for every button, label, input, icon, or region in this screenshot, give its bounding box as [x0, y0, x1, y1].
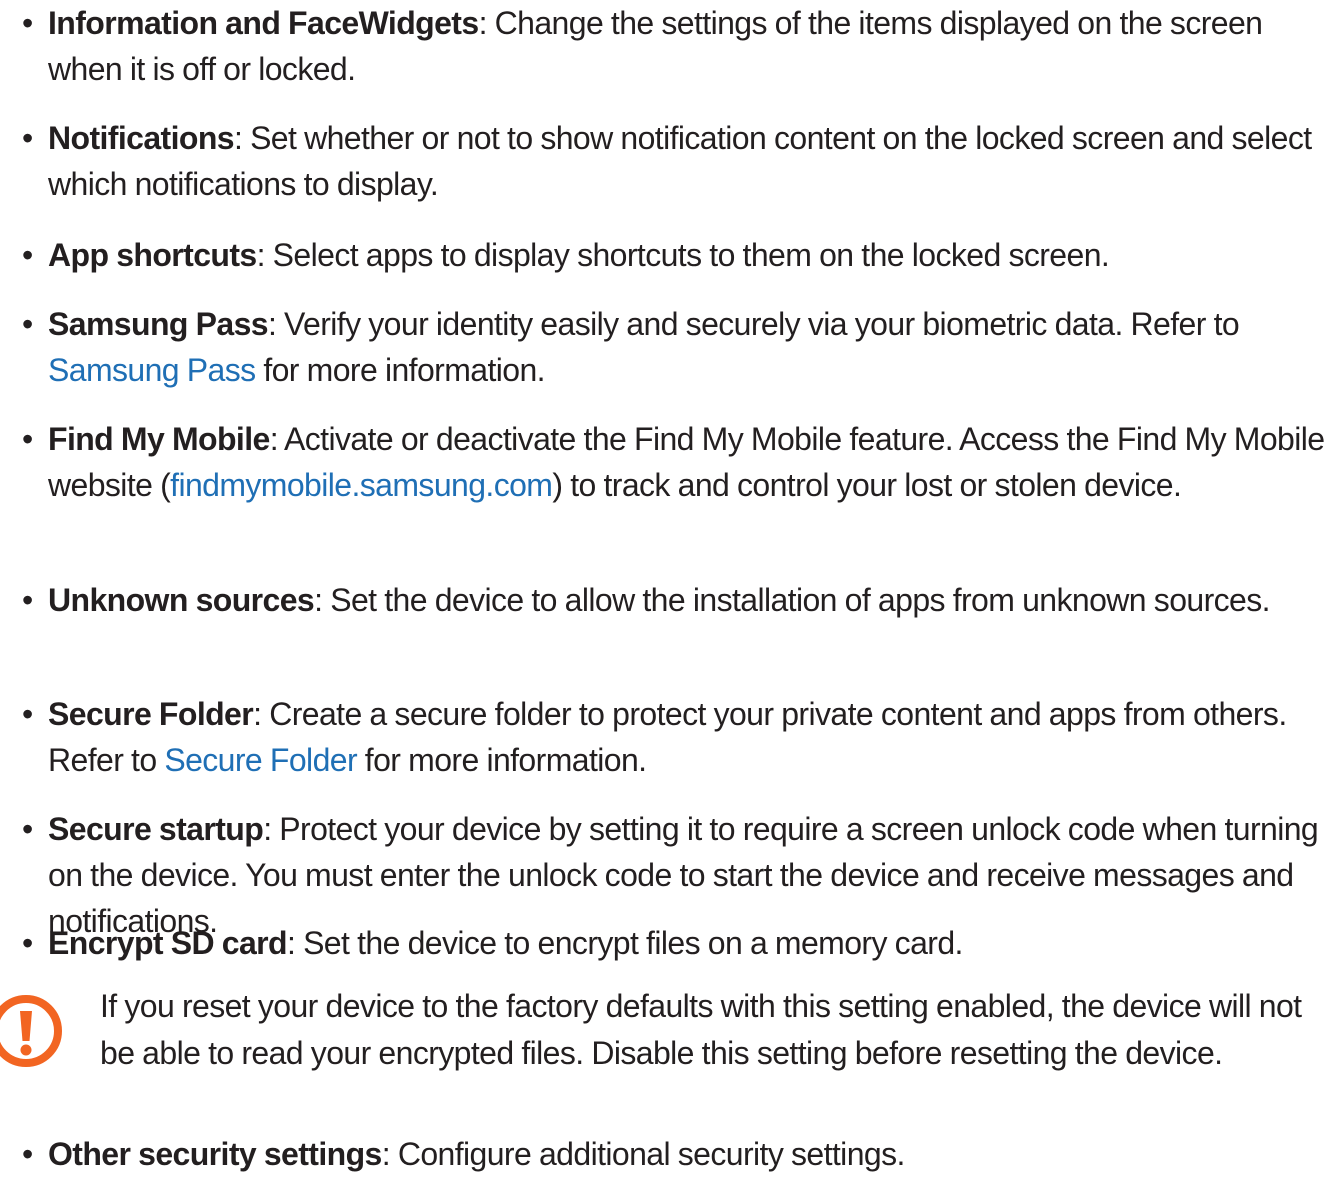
description: : Verify your identity easily and secure… [267, 306, 1240, 342]
list-item-text: Find My Mobile: Activate or deactivate t… [48, 416, 1330, 508]
term-samsung-pass: Samsung Pass [48, 306, 269, 342]
list-item-text: Unknown sources: Set the device to allow… [48, 577, 1330, 623]
term-encrypt-sd-card: Encrypt SD card [48, 925, 288, 961]
description: : Set the device to allow the installati… [314, 582, 1270, 618]
samsung-pass-link[interactable]: Samsung Pass [48, 352, 256, 388]
list-item-text: Encrypt SD card: Set the device to encry… [48, 920, 1330, 966]
list-item-text: Samsung Pass: Verify your identity easil… [48, 301, 1330, 393]
bullet: • [22, 120, 34, 156]
description-end: for more information. [357, 742, 647, 778]
bullet: • [22, 1136, 34, 1172]
bullet: • [22, 925, 34, 961]
term-app-shortcuts: App shortcuts [48, 237, 257, 273]
description: : Set the device to encrypt files on a m… [286, 925, 963, 961]
term-secure-folder: Secure Folder [48, 696, 254, 732]
term-other-security-settings: Other security settings [48, 1136, 382, 1172]
findmymobile-website-link[interactable]: findmymobile.samsung.com [170, 467, 553, 503]
bullet: • [22, 811, 34, 847]
caution-note: If you reset your device to the factory … [0, 983, 1330, 1103]
term-find-my-mobile: Find My Mobile [48, 421, 270, 457]
description: : Select apps to display shortcuts to th… [256, 237, 1110, 273]
caution-text: If you reset your device to the factory … [100, 988, 1302, 1071]
bullet: • [22, 237, 34, 273]
description-end: ) to track and control your lost or stol… [552, 467, 1182, 503]
description: : Set whether or not to show notificatio… [48, 120, 1312, 202]
term-information-and-facewidgets: Information and FaceWidgets [48, 5, 479, 41]
term-secure-startup: Secure startup [48, 811, 264, 847]
list-item-text: App shortcuts: Select apps to display sh… [48, 232, 1330, 278]
caution-icon [0, 995, 62, 1067]
description-end: for more information. [255, 352, 545, 388]
bullet: • [22, 582, 34, 618]
term-notifications: Notifications [48, 120, 235, 156]
bullet: • [22, 306, 34, 342]
list-item-text: Other security settings: Configure addit… [48, 1131, 1330, 1177]
term-unknown-sources: Unknown sources [48, 582, 315, 618]
secure-folder-link[interactable]: Secure Folder [164, 742, 357, 778]
bullet: • [22, 421, 34, 457]
list-item-text: Information and FaceWidgets: Change the … [48, 0, 1330, 92]
list-item-text: Secure Folder: Create a secure folder to… [48, 691, 1330, 783]
bullet: • [22, 5, 34, 41]
bullet: • [22, 696, 34, 732]
description: : Configure additional security settings… [381, 1136, 906, 1172]
page: • Information and FaceWidgets: Change th… [0, 0, 1339, 1187]
list-item-text: Notifications: Set whether or not to sho… [48, 115, 1330, 207]
